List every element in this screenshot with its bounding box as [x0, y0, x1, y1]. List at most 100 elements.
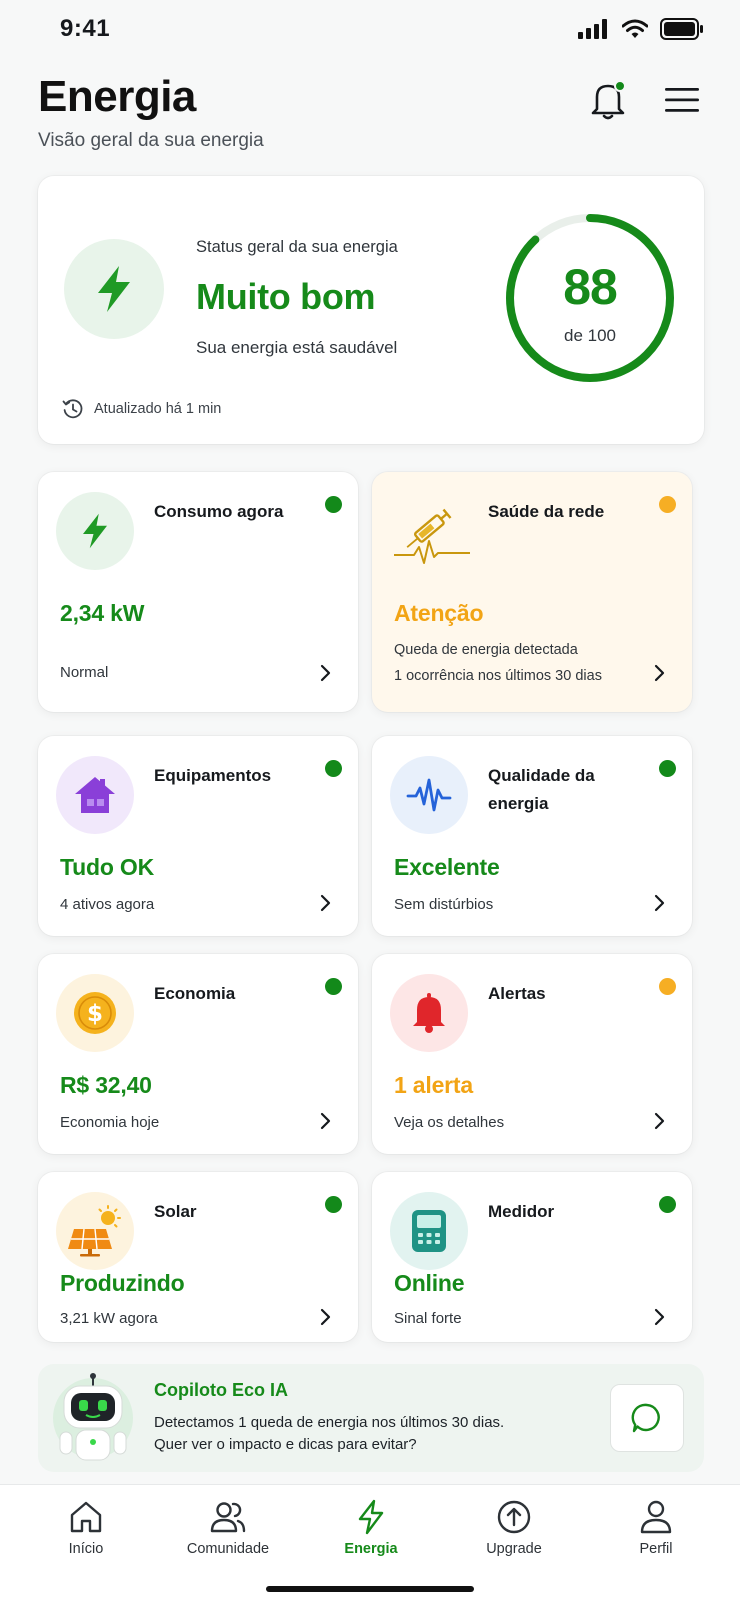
chevron-right-icon — [320, 1308, 331, 1326]
header: Energia Visão geral da sua energia — [38, 72, 702, 162]
tab-label: Upgrade — [486, 1541, 542, 1557]
status-dot — [325, 496, 342, 513]
energy-status-card[interactable]: Status geral da sua energia Muito bom Su… — [38, 176, 704, 444]
savings-card[interactable]: $ Economia R$ 32,40 Economia hoje — [38, 954, 358, 1154]
meter-icon-badge — [390, 1192, 468, 1270]
tile-value: Produzindo — [60, 1270, 185, 1296]
hero-bolt-badge — [64, 239, 164, 339]
tile-title: Qualidade da energia — [488, 766, 595, 813]
tile-value: Atenção — [394, 600, 484, 626]
consumption-card[interactable]: Consumo agora 2,34 kW Normal — [38, 472, 358, 712]
status-dot — [659, 496, 676, 513]
hero-label: Status geral da sua energia — [196, 238, 398, 256]
tab-comunidade[interactable]: Comunidade — [168, 1499, 288, 1557]
status-dot — [659, 760, 676, 777]
grid-health-card[interactable]: Saúde da rede Atenção Queda de energia d… — [372, 472, 692, 712]
chevron-right-icon — [654, 1112, 665, 1130]
dollar-coin-icon: $ — [74, 992, 116, 1034]
upgrade-icon — [497, 1500, 531, 1534]
home-icon — [70, 1501, 102, 1533]
eco-ai-copilot-banner[interactable]: Copiloto Eco IA Detectamos 1 queda de en… — [38, 1364, 704, 1472]
tab-label: Comunidade — [186, 1541, 270, 1557]
tile-value: 1 alerta — [394, 1072, 473, 1098]
syringe-pulse-icon — [394, 508, 470, 564]
solar-icon-badge — [56, 1192, 134, 1270]
grid-health-icon-badge — [386, 486, 478, 578]
energy-icon — [358, 1499, 384, 1535]
tab-label: Energia — [344, 1541, 398, 1557]
notifications-button[interactable] — [588, 78, 628, 122]
bottom-tab-bar: Início Comunidade Energia Upgrade Perfil — [0, 1484, 740, 1600]
savings-icon-badge: $ — [56, 974, 134, 1052]
tile-value: R$ 32,40 — [60, 1072, 152, 1098]
header-actions — [588, 78, 702, 122]
copilot-message: Detectamos 1 queda de energia nos último… — [154, 1414, 505, 1453]
hero-description: Sua energia está saudável — [196, 338, 398, 357]
tile-subtitle: Veja os detalhes — [394, 1114, 505, 1131]
power-quality-card[interactable]: Qualidade da energia Excelente Sem distú… — [372, 736, 692, 936]
chevron-right-icon — [320, 1112, 331, 1130]
solar-card[interactable]: Solar Produzindo 3,21 kW agora — [38, 1172, 358, 1342]
signal-icon — [578, 19, 607, 39]
consumption-icon-badge — [56, 492, 134, 570]
lightning-icon — [83, 513, 107, 549]
tile-subtitle: Economia hoje — [60, 1114, 160, 1131]
tile-subtitle: 3,21 kW agora — [60, 1310, 158, 1327]
hero-status: Muito bom — [196, 276, 376, 317]
status-bar: 9:41 — [0, 0, 740, 60]
chevron-right-icon — [654, 1308, 665, 1326]
tile-subtitle: 4 ativos agora — [60, 896, 155, 913]
alerts-card[interactable]: Alertas 1 alerta Veja os detalhes — [372, 954, 692, 1154]
page-subtitle: Visão geral da sua energia — [38, 130, 264, 151]
house-icon — [75, 777, 115, 813]
status-time: 9:41 — [60, 15, 111, 42]
tab-upgrade[interactable]: Upgrade — [454, 1499, 574, 1557]
tile-subtitle: Queda de energia detectada — [394, 642, 578, 658]
tile-title: Solar — [154, 1202, 197, 1221]
last-updated: Atualizado há 1 min — [62, 398, 221, 420]
tab-energia[interactable]: Energia — [311, 1499, 431, 1557]
tile-value: Tudo OK — [60, 854, 154, 880]
tab-label: Início — [68, 1541, 104, 1557]
alerts-icon-badge — [390, 974, 468, 1052]
tile-title: Medidor — [488, 1202, 555, 1221]
score-value: 88 — [563, 259, 618, 315]
chevron-right-icon — [654, 894, 665, 912]
chat-bubble-icon — [631, 1403, 660, 1433]
waveform-icon — [406, 778, 452, 812]
equipment-icon-badge — [56, 756, 134, 834]
menu-button[interactable] — [662, 78, 702, 122]
status-dot — [659, 1196, 676, 1213]
chevron-right-icon — [654, 664, 665, 682]
tile-subtitle: Sem distúrbios — [394, 896, 494, 913]
tile-detail: 1 ocorrência nos últimos 30 dias — [394, 668, 602, 684]
notification-badge — [614, 80, 626, 92]
profile-icon — [640, 1500, 672, 1534]
meter-card[interactable]: Medidor Online Sinal forte — [372, 1172, 692, 1342]
tile-title: Alertas — [488, 984, 546, 1003]
chevron-right-icon — [320, 894, 331, 912]
tile-title: Saúde da rede — [488, 502, 605, 521]
wifi-icon — [622, 19, 648, 38]
home-indicator — [266, 1586, 474, 1592]
menu-icon — [665, 88, 699, 112]
solar-panel-icon — [68, 1205, 121, 1257]
meter-icon — [412, 1210, 446, 1252]
status-dot — [659, 978, 676, 995]
community-icon — [210, 1502, 246, 1533]
svg-text:$: $ — [87, 1001, 103, 1027]
tab-perfil[interactable]: Perfil — [596, 1499, 716, 1557]
battery-icon — [660, 18, 703, 40]
last-updated-text: Atualizado há 1 min — [94, 401, 222, 417]
tile-value: Excelente — [394, 854, 500, 880]
tile-title: Consumo agora — [154, 502, 284, 521]
chevron-right-icon — [320, 664, 331, 682]
power-quality-icon-badge — [390, 756, 468, 834]
equipment-card[interactable]: Equipamentos Tudo OK 4 ativos agora — [38, 736, 358, 936]
status-dot — [325, 1196, 342, 1213]
lightning-icon — [98, 266, 130, 312]
tab-inicio[interactable]: Início — [26, 1499, 146, 1557]
copilot-chat-button[interactable] — [610, 1384, 684, 1452]
status-dot — [325, 978, 342, 995]
tile-value: 2,34 kW — [60, 600, 145, 626]
